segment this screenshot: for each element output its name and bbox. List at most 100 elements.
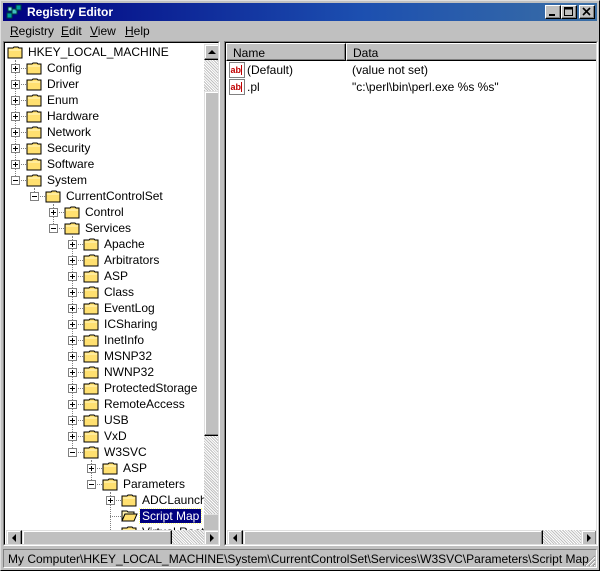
title-bar[interactable]: Registry Editor [3, 3, 597, 21]
tree-item-eventlog[interactable]: EventLog [5, 300, 202, 316]
value-data: "c:\perl\bin\perl.exe %s %s" [352, 80, 499, 94]
tree-item-inetinfo[interactable]: InetInfo [5, 332, 202, 348]
expand-plus-icon[interactable] [68, 432, 77, 441]
tree-scroll-left-button[interactable] [6, 530, 22, 544]
expand-plus-icon[interactable] [11, 96, 20, 105]
value-row[interactable]: ab (Default) (value not set) [229, 62, 589, 78]
tree-item-icsharing[interactable]: ICSharing [5, 316, 202, 332]
collapse-minus-icon[interactable] [68, 448, 77, 457]
collapse-minus-icon[interactable] [30, 192, 39, 201]
tree-item-services[interactable]: Services [5, 220, 202, 236]
tree-item-label: USB [104, 413, 129, 427]
tree-item-driver[interactable]: Driver [5, 76, 202, 92]
tree-hscroll-thumb[interactable] [22, 530, 172, 544]
collapse-minus-icon[interactable] [87, 480, 96, 489]
tree-item-enum[interactable]: Enum [5, 92, 202, 108]
column-header-name[interactable]: Name [226, 43, 346, 61]
tree-item-system[interactable]: System [5, 172, 202, 188]
expand-plus-icon[interactable] [68, 352, 77, 361]
tree-item-label: Class [104, 285, 135, 299]
menu-registry[interactable]: Registry [10, 24, 54, 38]
folder-icon [83, 270, 99, 283]
tree-item-usb[interactable]: USB [5, 412, 202, 428]
values-scroll-left-button[interactable] [227, 530, 243, 544]
expand-plus-icon[interactable] [68, 288, 77, 297]
expand-plus-icon[interactable] [68, 336, 77, 345]
tree-scroll-right-button[interactable] [204, 530, 218, 544]
value-row[interactable]: ab .pl "c:\perl\bin\perl.exe %s %s" [229, 79, 589, 95]
expand-plus-icon[interactable] [11, 128, 20, 137]
expand-plus-icon[interactable] [11, 112, 20, 121]
tree-item-label: Script Map [138, 508, 203, 524]
expand-plus-icon[interactable] [68, 272, 77, 281]
tree-item-script-map[interactable]: Script Map [5, 508, 203, 524]
tree-item-config[interactable]: Config [5, 60, 202, 76]
tree-item-adclaunch[interactable]: ADCLaunch [5, 492, 207, 508]
registry-editor-icon[interactable] [6, 4, 22, 20]
expand-plus-icon[interactable] [87, 464, 96, 473]
tree-item-hardware[interactable]: Hardware [5, 108, 202, 124]
expand-plus-icon[interactable] [68, 304, 77, 313]
expand-plus-icon[interactable] [11, 144, 20, 153]
values-hscroll-thumb[interactable] [243, 530, 543, 544]
tree-item-protectedstorage[interactable]: ProtectedStorage [5, 380, 202, 396]
expand-plus-icon[interactable] [49, 208, 58, 217]
tree-vscroll-thumb[interactable] [204, 91, 218, 436]
tree-item-label: System [47, 173, 88, 187]
tree-item-apache[interactable]: Apache [5, 236, 202, 252]
expand-plus-icon[interactable] [68, 400, 77, 409]
menu-help[interactable]: Help [125, 24, 150, 38]
tree-item-label: VxD [104, 429, 127, 443]
values-scroll-right-button[interactable] [581, 530, 596, 544]
tree-view[interactable]: Virtual RootsScript MapADCLaunchParamete… [4, 42, 219, 545]
expand-plus-icon[interactable] [68, 416, 77, 425]
tree-item-security[interactable]: Security [5, 140, 202, 156]
folder-icon [64, 222, 80, 235]
tree-item-currentcontrolset[interactable]: CurrentControlSet [5, 188, 202, 204]
tree-scroll-up-button[interactable] [204, 44, 218, 60]
tree-item-label: Arbitrators [104, 253, 160, 267]
tree-item-class[interactable]: Class [5, 284, 202, 300]
expand-plus-icon[interactable] [68, 368, 77, 377]
menu-edit[interactable]: Edit [61, 24, 82, 38]
column-header-data[interactable]: Data [346, 43, 596, 61]
tree-item-hkey-local-machine[interactable]: HKEY_LOCAL_MACHINE [5, 44, 202, 60]
svg-text:ab: ab [231, 82, 242, 92]
expand-plus-icon[interactable] [68, 256, 77, 265]
expand-plus-icon[interactable] [106, 496, 115, 505]
tree-item-software[interactable]: Software [5, 156, 202, 172]
collapse-minus-icon[interactable] [11, 176, 20, 185]
tree-item-control[interactable]: Control [5, 204, 202, 220]
status-bar: My Computer\HKEY_LOCAL_MACHINE\System\Cu… [3, 549, 597, 568]
tree-item-remoteaccess[interactable]: RemoteAccess [5, 396, 202, 412]
tree-item-label: W3SVC [104, 445, 147, 459]
expand-plus-icon[interactable] [11, 64, 20, 73]
expand-plus-icon[interactable] [11, 160, 20, 169]
tree-item-asp[interactable]: ASP [5, 268, 202, 284]
collapse-minus-icon[interactable] [49, 224, 58, 233]
close-button[interactable] [579, 5, 595, 19]
folder-icon [64, 206, 80, 219]
expand-plus-icon[interactable] [68, 240, 77, 249]
tree-item-network[interactable]: Network [5, 124, 202, 140]
close-icon [582, 7, 591, 16]
expand-plus-icon[interactable] [68, 320, 77, 329]
minimize-button[interactable] [545, 5, 561, 19]
tree-item-parameters[interactable]: Parameters [5, 476, 202, 492]
expand-plus-icon[interactable] [68, 384, 77, 393]
menu-view[interactable]: View [90, 24, 116, 38]
folder-icon [83, 238, 99, 251]
expand-plus-icon[interactable] [11, 80, 20, 89]
tree-item-label: Software [47, 157, 95, 171]
registry-editor-window: Registry Editor Registry Edit View Help … [0, 0, 600, 571]
maximize-button[interactable] [561, 5, 577, 19]
tree-item-w3svc[interactable]: W3SVC [5, 444, 202, 460]
tree-item-label: ASP [104, 269, 129, 283]
resize-grip-icon[interactable] [584, 555, 596, 567]
tree-item-vxd[interactable]: VxD [5, 428, 202, 444]
tree-item-arbitrators[interactable]: Arbitrators [5, 252, 202, 268]
tree-item-msnp32[interactable]: MSNP32 [5, 348, 202, 364]
tree-item-asp[interactable]: ASP [5, 460, 202, 476]
tree-item-nwnp32[interactable]: NWNP32 [5, 364, 202, 380]
values-list-view[interactable]: Name Data ab (Default) (value not set) a… [225, 42, 597, 545]
